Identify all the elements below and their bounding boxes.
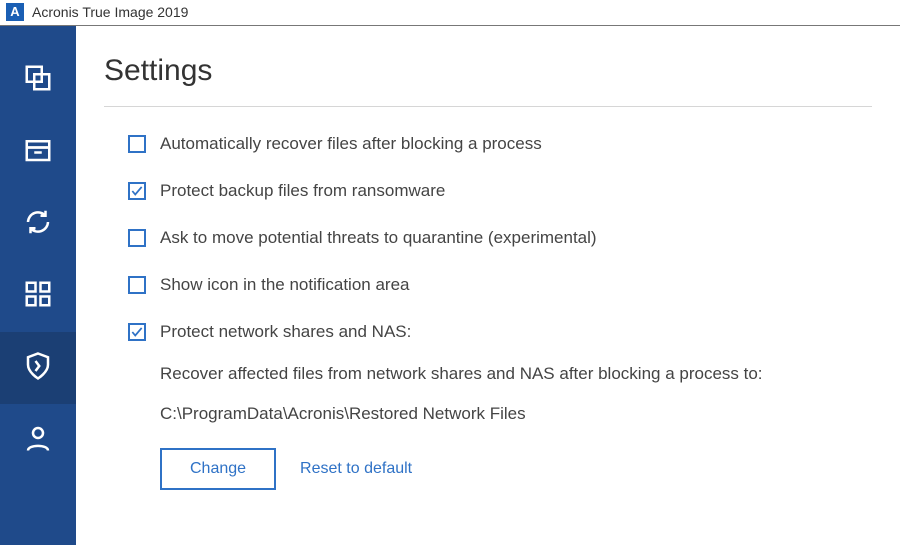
checkbox[interactable] <box>128 229 146 247</box>
checkbox-label: Protect network shares and NAS: <box>160 321 411 344</box>
settings-list: Automatically recover files after blocki… <box>104 133 872 490</box>
checkbox[interactable] <box>128 135 146 153</box>
window-title: Acronis True Image 2019 <box>32 4 188 20</box>
setting-quarantine[interactable]: Ask to move potential threats to quarant… <box>128 227 872 250</box>
sidebar <box>0 26 76 545</box>
checkbox-label: Show icon in the notification area <box>160 274 410 297</box>
app-logo: A <box>6 3 24 21</box>
sidebar-item-account[interactable] <box>0 404 76 476</box>
change-button[interactable]: Change <box>160 448 276 490</box>
setting-auto-recover[interactable]: Automatically recover files after blocki… <box>128 133 872 156</box>
nas-subsection: Recover affected files from network shar… <box>128 364 872 490</box>
main-panel: Settings Automatically recover files aft… <box>76 26 900 545</box>
setting-protect-backup[interactable]: Protect backup files from ransomware <box>128 180 872 203</box>
grid-icon <box>23 279 53 314</box>
setting-protect-nas[interactable]: Protect network shares and NAS: <box>128 321 872 344</box>
archive-icon <box>23 135 53 170</box>
sidebar-item-tools[interactable] <box>0 260 76 332</box>
checkbox-label: Automatically recover files after blocki… <box>160 133 542 156</box>
titlebar: A Acronis True Image 2019 <box>0 0 900 26</box>
sync-icon <box>23 207 53 242</box>
page-title: Settings <box>104 54 872 106</box>
checkbox[interactable] <box>128 276 146 294</box>
user-icon <box>23 423 53 458</box>
setting-tray-icon[interactable]: Show icon in the notification area <box>128 274 872 297</box>
checkbox-label: Ask to move potential threats to quarant… <box>160 227 597 250</box>
nas-description: Recover affected files from network shar… <box>160 364 872 384</box>
nas-path: C:\ProgramData\Acronis\Restored Network … <box>160 404 872 424</box>
sidebar-item-protect[interactable] <box>0 332 76 404</box>
copy-icon <box>23 63 53 98</box>
sidebar-item-sync[interactable] <box>0 188 76 260</box>
sidebar-item-archive[interactable] <box>0 116 76 188</box>
reset-default-link[interactable]: Reset to default <box>300 460 412 478</box>
checkbox[interactable] <box>128 182 146 200</box>
checkbox[interactable] <box>128 323 146 341</box>
shield-icon <box>23 351 53 386</box>
divider <box>104 106 872 107</box>
sidebar-item-backup[interactable] <box>0 44 76 116</box>
checkbox-label: Protect backup files from ransomware <box>160 180 445 203</box>
